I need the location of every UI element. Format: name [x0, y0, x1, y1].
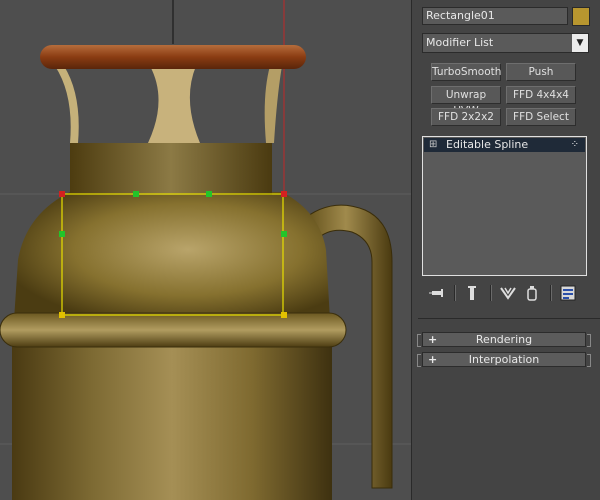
drag-handle-icon[interactable]: ⁘ [571, 138, 579, 152]
turbosmooth-button[interactable]: TurboSmooth [431, 63, 501, 81]
stack-item-label: Editable Spline [446, 138, 529, 151]
stack-item-editable-spline[interactable]: ⊞ Editable Spline ⁘ [424, 138, 585, 152]
ffd-4x4x4-button[interactable]: FFD 4x4x4 [506, 86, 576, 104]
vertex-top-left [59, 191, 65, 197]
vertex-right-mid [281, 231, 287, 237]
vertex-bottom-right [281, 312, 287, 318]
toolbar-separator [550, 285, 552, 301]
rollout-bracket-left [417, 334, 421, 347]
toolbar-separator [490, 285, 492, 301]
unwrap-uvw-button[interactable]: Unwrap UVW [431, 86, 501, 117]
expand-icon[interactable]: ⊞ [429, 138, 437, 152]
vertex-top-right [281, 191, 287, 197]
modifier-stack-list[interactable]: ⊞ Editable Spline ⁘ [422, 136, 587, 276]
expand-plus-icon: + [428, 353, 438, 366]
rollout-bracket-left [417, 354, 421, 367]
rollout-bracket-right [587, 334, 591, 347]
rendering-rollout-label: Rendering [475, 333, 533, 346]
vertex-top-mid-left [133, 191, 139, 197]
object-color-swatch[interactable] [572, 7, 590, 26]
interpolation-rollout-label: Interpolation [468, 353, 540, 366]
vertex-top-mid-right [206, 191, 212, 197]
make-unique-icon[interactable] [498, 283, 518, 303]
vertex-left-mid [59, 231, 65, 237]
pin-stack-icon[interactable] [428, 283, 448, 303]
rollout-bracket-right [587, 354, 591, 367]
modifier-list-dropdown[interactable]: Modifier List ▼ [422, 33, 589, 53]
viewport-scene [0, 0, 411, 500]
object-name-field[interactable]: Rectangle01 [422, 7, 568, 25]
expand-plus-icon: + [428, 333, 438, 346]
ffd-2x2x2-button[interactable]: FFD 2x2x2 [431, 108, 501, 126]
panel-section-divider [418, 318, 600, 319]
perspective-viewport[interactable] [0, 0, 411, 500]
toolbar-separator [454, 285, 456, 301]
vertex-bottom-left [59, 312, 65, 318]
push-button[interactable]: Push [506, 63, 576, 81]
rendering-rollout[interactable]: + Rendering [417, 332, 591, 347]
configure-modifier-sets-icon[interactable] [558, 283, 578, 303]
chevron-down-icon[interactable]: ▼ [572, 34, 588, 52]
ffd-select-button[interactable]: FFD Select [506, 108, 576, 126]
modifier-list-label: Modifier List [426, 36, 494, 49]
remove-modifier-icon[interactable] [522, 283, 542, 303]
interpolation-rollout[interactable]: + Interpolation [417, 352, 591, 367]
show-end-result-icon[interactable] [462, 283, 482, 303]
